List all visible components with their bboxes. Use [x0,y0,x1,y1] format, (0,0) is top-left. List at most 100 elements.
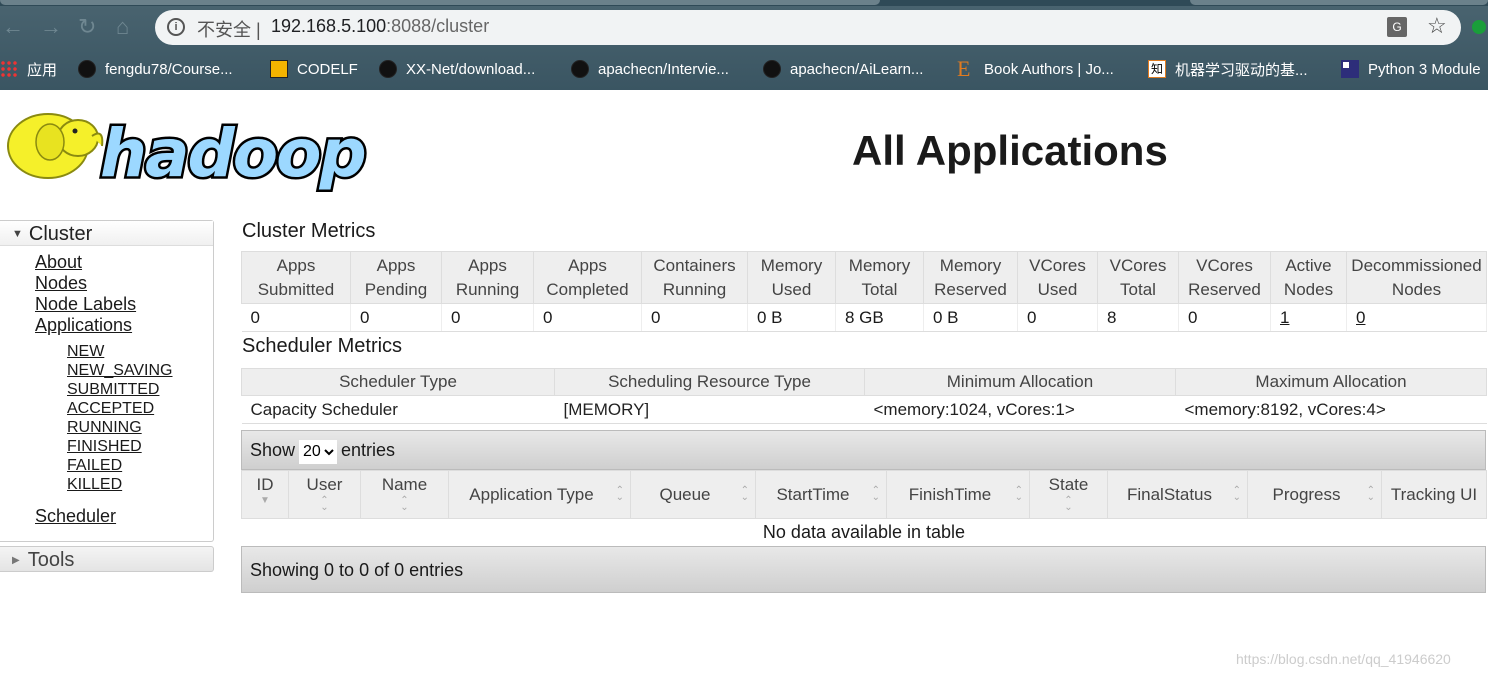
github-icon [571,60,589,78]
back-icon[interactable]: ← [2,14,24,40]
metric-value: 0 [641,303,748,332]
sidebar-tools[interactable]: ▶ Tools [0,546,214,572]
sidebar-link-about[interactable]: About [35,252,213,273]
scheduler-header: Maximum Allocation [1175,368,1487,396]
sidebar-link-scheduler[interactable]: Scheduler [35,506,213,527]
forward-icon[interactable]: → [40,14,62,40]
metric-header: Active Nodes [1270,251,1347,304]
triangle-down-icon: ▼ [12,228,23,240]
tab-strip [0,0,1488,6]
column-header[interactable]: FinalStatus ⌃ ⌄ [1107,470,1248,519]
sidebar-state-accepted[interactable]: ACCEPTED [67,399,213,418]
scheduler-value: <memory:1024, vCores:1> [864,395,1176,424]
scheduler-value: [MEMORY] [554,395,865,424]
sidebar-state-new[interactable]: NEW [67,342,213,361]
bookmark[interactable]: CODELF [270,58,358,80]
scheduler-header: Scheduling Resource Type [554,368,865,396]
table-info-bar: Showing 0 to 0 of 0 entries [241,546,1486,593]
column-header[interactable]: FinishTime ⌃ ⌄ [886,470,1030,519]
sort-icon: ⌃ ⌄ [1064,495,1073,513]
e-icon: E [957,56,971,81]
sort-icon: ⌃ ⌄ [871,485,880,503]
bookmark[interactable]: 知机器学习驱动的基... [1148,58,1308,80]
metric-value: 0 [241,303,351,332]
page-size-select[interactable]: 20 [299,439,338,464]
column-header[interactable]: Progress ⌃ ⌄ [1247,470,1382,519]
metric-value: 8 GB [835,303,924,332]
sidebar-state-submitted[interactable]: SUBMITTED [67,380,213,399]
extension-icon[interactable] [1472,20,1486,34]
column-header[interactable]: Name ⌃ ⌄ [360,470,449,519]
show-label: Show [250,440,296,460]
bookmark-star-icon[interactable]: ☆ [1427,13,1447,39]
metric-header: VCores Total [1097,251,1179,304]
insecure-label: 不安全 | [197,20,261,40]
sort-icon: ⌃ ⌄ [400,495,409,513]
applications-table: ID ▼ User ⌃ ⌄ Name ⌃ ⌄ Application Type ⌃ ⌄ Queue ⌃ ⌄… [241,470,1487,547]
scheduler-value: <memory:8192, vCores:4> [1175,395,1487,424]
bookmark-apps[interactable]: 应用 [0,58,57,80]
metric-header: Decommissioned Nodes [1346,251,1487,304]
sidebar-state-failed[interactable]: FAILED [67,456,213,475]
hadoop-logo[interactable]: hadoop [0,98,375,193]
reload-icon[interactable]: ↻ [78,14,96,40]
metric-value: 0 [1017,303,1098,332]
cluster-section-header[interactable]: ▼ Cluster [0,221,213,246]
url-text[interactable]: 192.168.5.100:8088/cluster [271,16,489,37]
scheduler-metrics-table: Scheduler Type Scheduling Resource Type Mi… [241,368,1487,424]
table-info: Showing 0 to 0 of 0 entries [250,560,464,580]
page-title: All Applications [852,127,1168,174]
address-bar[interactable]: i 不安全 | 192.168.5.100:8088/cluster G ☆ [155,10,1461,45]
sort-icon: ⌃ ⌄ [615,485,624,503]
translate-icon[interactable]: G [1387,17,1407,37]
metric-value: 0 [350,303,442,332]
info-icon[interactable]: i [167,18,185,36]
empty-table-message: No data available in table [762,522,966,543]
codelf-icon [270,60,288,78]
sidebar-link-applications[interactable]: Applications [35,315,213,336]
column-header[interactable]: ID ▼ [241,470,289,519]
metric-value: 0 B [747,303,836,332]
entries-label: entries [341,440,396,460]
metric-value[interactable]: 1 [1270,303,1347,332]
scheduler-header: Scheduler Type [241,368,555,396]
metric-link[interactable]: 1 [1280,308,1289,327]
column-header[interactable]: State ⌃ ⌄ [1029,470,1108,519]
sidebar-state-running[interactable]: RUNNING [67,418,213,437]
scheduler-value: Capacity Scheduler [241,395,555,424]
metric-link[interactable]: 0 [1356,308,1365,327]
column-header[interactable]: User ⌃ ⌄ [288,470,361,519]
scheduler-header: Minimum Allocation [864,368,1176,396]
metric-header: Containers Running [641,251,748,304]
metric-value: 0 [1178,303,1271,332]
column-header[interactable]: StartTime ⌃ ⌄ [755,470,887,519]
column-header[interactable]: Queue ⌃ ⌄ [630,470,756,519]
python-module-icon [1341,60,1359,78]
bookmark[interactable]: Python 3 Module [1341,58,1481,80]
bookmark[interactable]: XX-Net/download... [379,58,535,80]
watermark: https://blog.csdn.net/qq_41946620 [1236,651,1451,667]
sidebar-link-node-labels[interactable]: Node Labels [35,294,213,315]
sort-icon: ⌃ ⌄ [740,485,749,503]
sort-icon: ⌃ ⌄ [1014,485,1023,503]
metric-header: Memory Total [835,251,924,304]
bookmark[interactable]: fengdu78/Course... [78,58,233,80]
metric-header: Memory Reserved [923,251,1018,304]
metric-value[interactable]: 0 [1346,303,1487,332]
home-icon[interactable]: ⌂ [116,14,129,40]
sidebar-state-killed[interactable]: KILLED [67,475,213,494]
sidebar-state-new-saving[interactable]: NEW_SAVING [67,361,213,380]
metric-value: 0 [441,303,534,332]
github-icon [763,60,781,78]
metric-header: VCores Used [1017,251,1098,304]
sidebar-state-finished[interactable]: FINISHED [67,437,213,456]
metric-header: Apps Pending [350,251,442,304]
sidebar-link-nodes[interactable]: Nodes [35,273,213,294]
browser-chrome: ← → ↻ ⌂ i 不安全 | 192.168.5.100:8088/clust… [0,0,1488,90]
bookmark[interactable]: apachecn/Intervie... [571,58,729,80]
table-length-bar: Show 20 entries [241,430,1486,470]
bookmark[interactable]: apachecn/AiLearn... [763,58,923,80]
column-header[interactable]: Tracking UI [1381,470,1487,519]
bookmark[interactable]: E Book Authors | Jo... [957,58,1114,80]
column-header[interactable]: Application Type ⌃ ⌄ [448,470,631,519]
